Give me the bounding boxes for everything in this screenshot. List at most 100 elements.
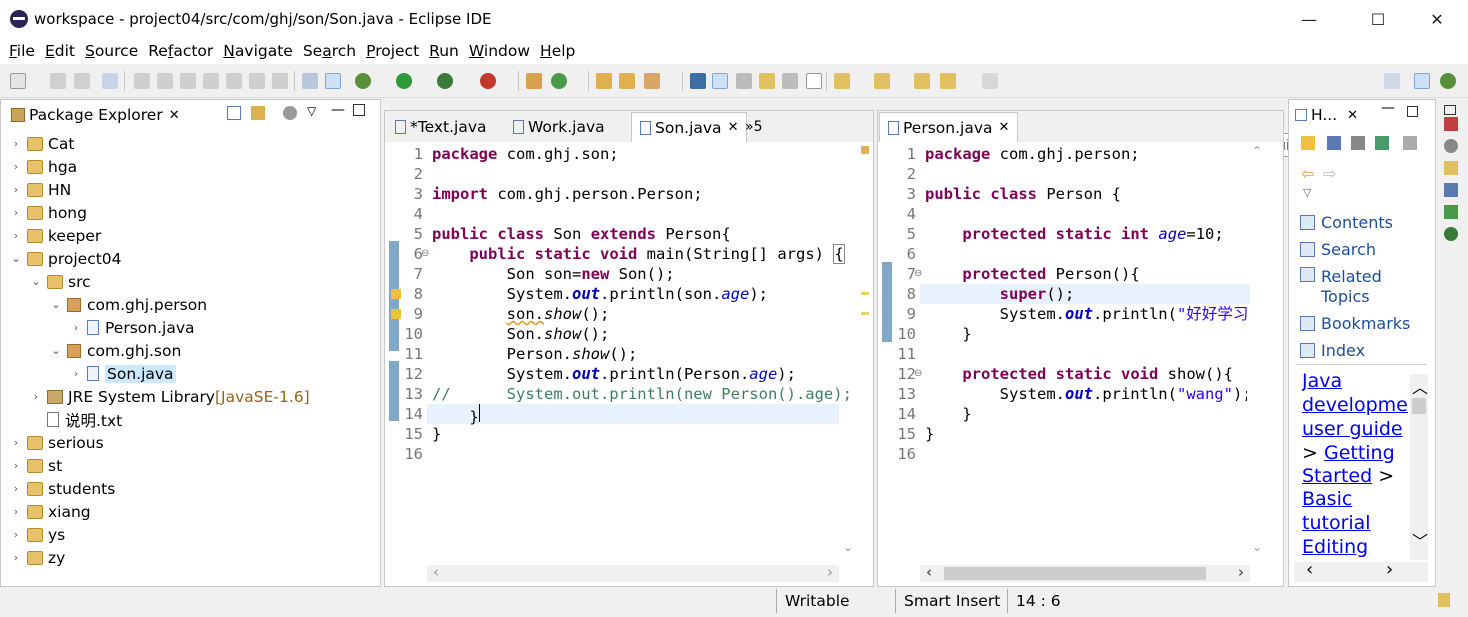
- debug-icon[interactable]: [355, 73, 371, 89]
- tree-item[interactable]: ⌄ project04: [9, 247, 121, 270]
- help-contents[interactable]: Contents: [1300, 213, 1393, 232]
- help-bookmarks[interactable]: Bookmarks: [1300, 314, 1410, 333]
- back-arrow-icon[interactable]: ⇦: [1301, 164, 1314, 183]
- run-icon[interactable]: [396, 73, 412, 89]
- disconnect-icon[interactable]: [203, 73, 219, 89]
- tree-item[interactable]: ⌄ com.ghj.son: [49, 339, 181, 362]
- help-horizontal-scrollbar[interactable]: ‹ ›: [1294, 559, 1428, 582]
- use-step-filters-icon[interactable]: [325, 73, 341, 89]
- notification-icon[interactable]: [1438, 593, 1450, 607]
- tab-overflow[interactable]: »5: [737, 113, 770, 141]
- debug-perspective-icon[interactable]: [1440, 73, 1456, 89]
- view-menu-icon[interactable]: ▽: [307, 104, 316, 118]
- chevron-right-icon[interactable]: ›: [9, 160, 23, 173]
- chevron-right-icon[interactable]: ›: [69, 367, 83, 380]
- help-toolbar-icon[interactable]: [1301, 136, 1315, 150]
- forward-icon[interactable]: [982, 73, 998, 89]
- tree-item[interactable]: › Son.java: [69, 362, 176, 385]
- close-view-icon[interactable]: ✕: [1347, 108, 1358, 123]
- show-whitespace-icon[interactable]: [759, 73, 775, 89]
- menu-project[interactable]: Project: [361, 42, 424, 60]
- new-class-icon[interactable]: [551, 73, 567, 89]
- tab-work-java[interactable]: Work.java: [505, 113, 613, 141]
- menu-file[interactable]: File: [4, 42, 40, 60]
- chevron-down-icon[interactable]: ⌄: [29, 275, 43, 288]
- chevron-right-icon[interactable]: ›: [9, 505, 23, 518]
- filter-icon[interactable]: [283, 106, 297, 120]
- resume-icon[interactable]: [134, 73, 150, 89]
- chevron-right-icon[interactable]: ›: [9, 229, 23, 242]
- progress-icon[interactable]: [1444, 205, 1458, 219]
- skip-breakpoints-icon[interactable]: [102, 73, 118, 89]
- tab-text-java[interactable]: *Text.java: [387, 113, 495, 141]
- pilcrow-icon[interactable]: [806, 73, 822, 89]
- tab-son-java[interactable]: Son.java ✕: [631, 112, 748, 142]
- menu-navigate[interactable]: Navigate: [218, 42, 298, 60]
- open-perspective-icon[interactable]: [1384, 73, 1400, 89]
- coverage-icon[interactable]: [437, 73, 453, 89]
- help-link[interactable]: Java developmer: [1302, 370, 1408, 416]
- chevron-right-icon[interactable]: ›: [9, 459, 23, 472]
- menu-source[interactable]: Source: [80, 42, 143, 60]
- help-toolbar-icon[interactable]: [1375, 136, 1389, 150]
- package-explorer-tab[interactable]: Package Explorer ✕: [11, 106, 180, 124]
- help-search[interactable]: Search: [1300, 240, 1376, 259]
- chevron-right-icon[interactable]: ›: [9, 137, 23, 150]
- help-link[interactable]: Editing: [1302, 536, 1368, 558]
- console-icon[interactable]: [1444, 183, 1458, 197]
- problems-icon[interactable]: [1444, 117, 1458, 131]
- new-icon[interactable]: [10, 73, 26, 89]
- code-editor-son[interactable]: package com.ghj.son; import com.ghj.pers…: [432, 144, 852, 564]
- help-index[interactable]: Index: [1300, 341, 1365, 360]
- tree-item[interactable]: › Person.java: [69, 316, 195, 339]
- minimize-view-icon[interactable]: —: [331, 102, 345, 118]
- chevron-right-icon[interactable]: ›: [9, 482, 23, 495]
- save-icon[interactable]: [50, 73, 66, 89]
- minimize-button[interactable]: —: [1286, 0, 1332, 38]
- tree-item[interactable]: › keeper: [9, 224, 101, 247]
- chevron-right-icon[interactable]: ›: [29, 390, 43, 403]
- chevron-right-icon[interactable]: ›: [69, 321, 83, 334]
- java-perspective-icon[interactable]: [1414, 73, 1430, 89]
- tree-item[interactable]: ⌄ src: [29, 270, 90, 293]
- help-link[interactable]: Basic tutorial: [1302, 488, 1371, 534]
- minimize-view-icon[interactable]: —: [1381, 100, 1395, 116]
- open-type-icon[interactable]: [596, 73, 612, 89]
- word-wrap-icon[interactable]: [736, 73, 752, 89]
- help-toolbar-icon[interactable]: [1327, 136, 1341, 150]
- step-into-icon[interactable]: [226, 73, 242, 89]
- back-icon[interactable]: [940, 73, 956, 89]
- help-tab[interactable]: H... ✕: [1295, 106, 1358, 124]
- forward-arrow-icon[interactable]: ⇨: [1323, 164, 1336, 183]
- close-button[interactable]: ✕: [1414, 0, 1460, 38]
- print-icon[interactable]: [1351, 136, 1365, 150]
- menu-run[interactable]: Run: [424, 42, 464, 60]
- chevron-right-icon[interactable]: ›: [9, 436, 23, 449]
- terminate-icon[interactable]: [180, 73, 196, 89]
- external-tools-icon[interactable]: [480, 73, 496, 89]
- step-over-icon[interactable]: [249, 73, 265, 89]
- tree-item[interactable]: ⌄ com.ghj.person: [49, 293, 207, 316]
- tab-person-java[interactable]: Person.java ✕: [879, 112, 1019, 142]
- help-vertical-scrollbar[interactable]: ︿ ﹀: [1410, 374, 1428, 560]
- new-java-project-icon[interactable]: [526, 73, 542, 89]
- code-editor-person[interactable]: package com.ghj.person; public class Per…: [925, 144, 1247, 564]
- tree-item[interactable]: 说明.txt: [29, 408, 122, 431]
- close-view-icon[interactable]: ✕: [169, 108, 180, 123]
- declaration-icon[interactable]: [1444, 161, 1458, 175]
- chevron-right-icon[interactable]: ›: [9, 183, 23, 196]
- chevron-down-icon[interactable]: ⌄: [9, 252, 23, 265]
- menu-edit[interactable]: Edit: [40, 42, 80, 60]
- debug-view-icon[interactable]: [1444, 227, 1458, 241]
- toggle-mark-occurrences-icon[interactable]: [690, 73, 706, 89]
- tree-item[interactable]: › zy: [9, 546, 66, 569]
- chevron-right-icon[interactable]: ›: [9, 528, 23, 541]
- tree-item[interactable]: › hga: [9, 155, 77, 178]
- menu-window[interactable]: Window: [464, 42, 535, 60]
- last-edit-location-icon[interactable]: [914, 73, 930, 89]
- maximize-view-icon[interactable]: [1407, 106, 1418, 117]
- step-return-icon[interactable]: [272, 73, 288, 89]
- tree-item[interactable]: › JRE System Library [JavaSE-1.6]: [29, 385, 310, 408]
- menu-refactor[interactable]: Refactor: [143, 42, 218, 60]
- show-source-icon[interactable]: [782, 73, 798, 89]
